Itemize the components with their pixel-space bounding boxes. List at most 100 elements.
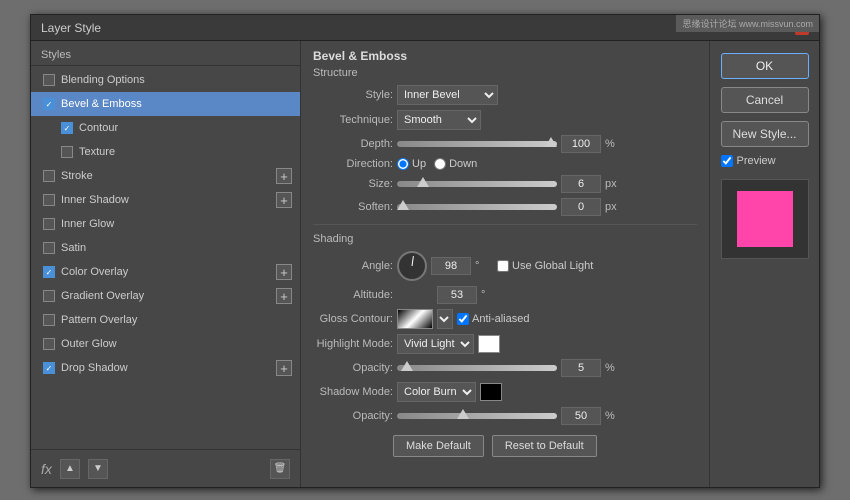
direction-down-label: Down [449, 158, 477, 170]
angle-dial[interactable] [397, 251, 427, 281]
sidebar-item-gradient-overlay[interactable]: Gradient Overlay + [31, 284, 300, 308]
gloss-contour-select[interactable] [437, 309, 453, 329]
preview-checkbox[interactable] [721, 155, 733, 167]
shadow-opacity-slider[interactable] [397, 413, 557, 419]
shading-label: Shading [313, 233, 697, 245]
shadow-opacity-thumb[interactable] [457, 409, 469, 419]
gloss-contour-preview[interactable] [397, 309, 433, 329]
layer-style-dialog: Layer Style 思缘设计论坛 www.missvun.com ✕ Sty… [30, 14, 820, 488]
move-down-button[interactable]: ▼ [88, 459, 108, 479]
depth-input[interactable] [561, 135, 601, 153]
soften-input[interactable] [561, 198, 601, 216]
satin-checkbox[interactable] [43, 242, 55, 254]
sidebar-item-stroke[interactable]: Stroke + [31, 164, 300, 188]
technique-select[interactable]: Smooth Chisel Hard Chisel Soft [397, 110, 481, 130]
style-label: Style: [313, 89, 393, 101]
use-global-light-option[interactable]: Use Global Light [497, 260, 593, 272]
bevel-emboss-checkbox[interactable] [43, 98, 55, 110]
size-slider[interactable] [397, 181, 557, 187]
soften-row: Soften: px [313, 198, 697, 216]
sidebar-item-texture[interactable]: Texture [31, 140, 300, 164]
reset-to-default-button[interactable]: Reset to Default [492, 435, 597, 457]
shading-section: Shading Angle: ° Use Global Light [313, 233, 697, 425]
outer-glow-checkbox[interactable] [43, 338, 55, 350]
shadow-mode-label: Shadow Mode: [313, 386, 393, 398]
soften-slider[interactable] [397, 204, 557, 210]
color-overlay-add-button[interactable]: + [276, 264, 292, 280]
highlight-opacity-thumb[interactable] [401, 361, 413, 371]
highlight-mode-select[interactable]: Vivid Light Normal Screen [397, 334, 474, 354]
ok-button[interactable]: OK [721, 53, 809, 79]
blending-options-label: Blending Options [61, 74, 145, 86]
drop-shadow-label: Drop Shadow [61, 362, 128, 374]
blending-options-checkbox[interactable] [43, 74, 55, 86]
shadow-opacity-input[interactable] [561, 407, 601, 425]
sidebar-item-color-overlay[interactable]: Color Overlay + [31, 260, 300, 284]
gloss-contour-row: Gloss Contour: Anti-aliased [313, 309, 697, 329]
stroke-label: Stroke [61, 170, 93, 182]
direction-label: Direction: [313, 158, 393, 170]
shadow-opacity-row: Opacity: % [313, 407, 697, 425]
altitude-input[interactable] [437, 286, 477, 304]
delete-button[interactable]: 🗑 [270, 459, 290, 479]
sidebar-item-drop-shadow[interactable]: Drop Shadow + [31, 356, 300, 380]
shadow-opacity-unit: % [605, 410, 623, 422]
size-input[interactable] [561, 175, 601, 193]
highlight-opacity-slider[interactable] [397, 365, 557, 371]
use-global-light-checkbox[interactable] [497, 260, 509, 272]
sidebar-item-contour[interactable]: Contour [31, 116, 300, 140]
depth-slider[interactable] [397, 141, 557, 147]
preview-box [721, 179, 809, 259]
highlight-color-swatch[interactable] [478, 335, 500, 353]
shadow-color-swatch[interactable] [480, 383, 502, 401]
highlight-opacity-input[interactable] [561, 359, 601, 377]
anti-aliased-option[interactable]: Anti-aliased [457, 313, 529, 325]
contour-checkbox[interactable] [61, 122, 73, 134]
drop-shadow-add-button[interactable]: + [276, 360, 292, 376]
inner-glow-checkbox[interactable] [43, 218, 55, 230]
drop-shadow-checkbox[interactable] [43, 362, 55, 374]
inner-shadow-checkbox[interactable] [43, 194, 55, 206]
sidebar-item-blending-options[interactable]: Blending Options [31, 68, 300, 92]
direction-up-option[interactable]: Up [397, 158, 426, 170]
highlight-opacity-unit: % [605, 362, 623, 374]
altitude-label: Altitude: [313, 289, 393, 301]
make-default-button[interactable]: Make Default [393, 435, 484, 457]
texture-checkbox[interactable] [61, 146, 73, 158]
watermark: 思缘设计论坛 www.missvun.com [676, 15, 819, 32]
stroke-add-button[interactable]: + [276, 168, 292, 184]
sidebar-item-pattern-overlay[interactable]: Pattern Overlay [31, 308, 300, 332]
inner-shadow-add-button[interactable]: + [276, 192, 292, 208]
size-thumb[interactable] [417, 177, 429, 187]
soften-thumb[interactable] [397, 200, 409, 210]
sidebar-item-bevel-emboss[interactable]: Bevel & Emboss [31, 92, 300, 116]
preview-pink-square [737, 191, 793, 247]
anti-aliased-label: Anti-aliased [472, 313, 529, 325]
anti-aliased-checkbox[interactable] [457, 313, 469, 325]
style-select[interactable]: Inner Bevel Outer Bevel Emboss Pillow Em… [397, 85, 498, 105]
direction-down-radio[interactable] [434, 158, 446, 170]
sidebar-item-inner-glow[interactable]: Inner Glow [31, 212, 300, 236]
sidebar-item-satin[interactable]: Satin [31, 236, 300, 260]
cancel-button[interactable]: Cancel [721, 87, 809, 113]
shadow-mode-select[interactable]: Color Burn Multiply Normal [397, 382, 476, 402]
angle-input[interactable] [431, 257, 471, 275]
gradient-overlay-checkbox[interactable] [43, 290, 55, 302]
technique-label: Technique: [313, 114, 393, 126]
gloss-contour-label: Gloss Contour: [313, 313, 393, 325]
sidebar-item-outer-glow[interactable]: Outer Glow [31, 332, 300, 356]
direction-up-radio[interactable] [397, 158, 409, 170]
stroke-checkbox[interactable] [43, 170, 55, 182]
move-up-button[interactable]: ▲ [60, 459, 80, 479]
sidebar-item-inner-shadow[interactable]: Inner Shadow + [31, 188, 300, 212]
direction-down-option[interactable]: Down [434, 158, 477, 170]
depth-thumb[interactable] [545, 137, 557, 147]
use-global-light-label: Use Global Light [512, 260, 593, 272]
gradient-overlay-add-button[interactable]: + [276, 288, 292, 304]
depth-unit: % [605, 138, 623, 150]
new-style-button[interactable]: New Style... [721, 121, 809, 147]
color-overlay-checkbox[interactable] [43, 266, 55, 278]
pattern-overlay-checkbox[interactable] [43, 314, 55, 326]
direction-up-label: Up [412, 158, 426, 170]
altitude-unit: ° [481, 289, 499, 301]
